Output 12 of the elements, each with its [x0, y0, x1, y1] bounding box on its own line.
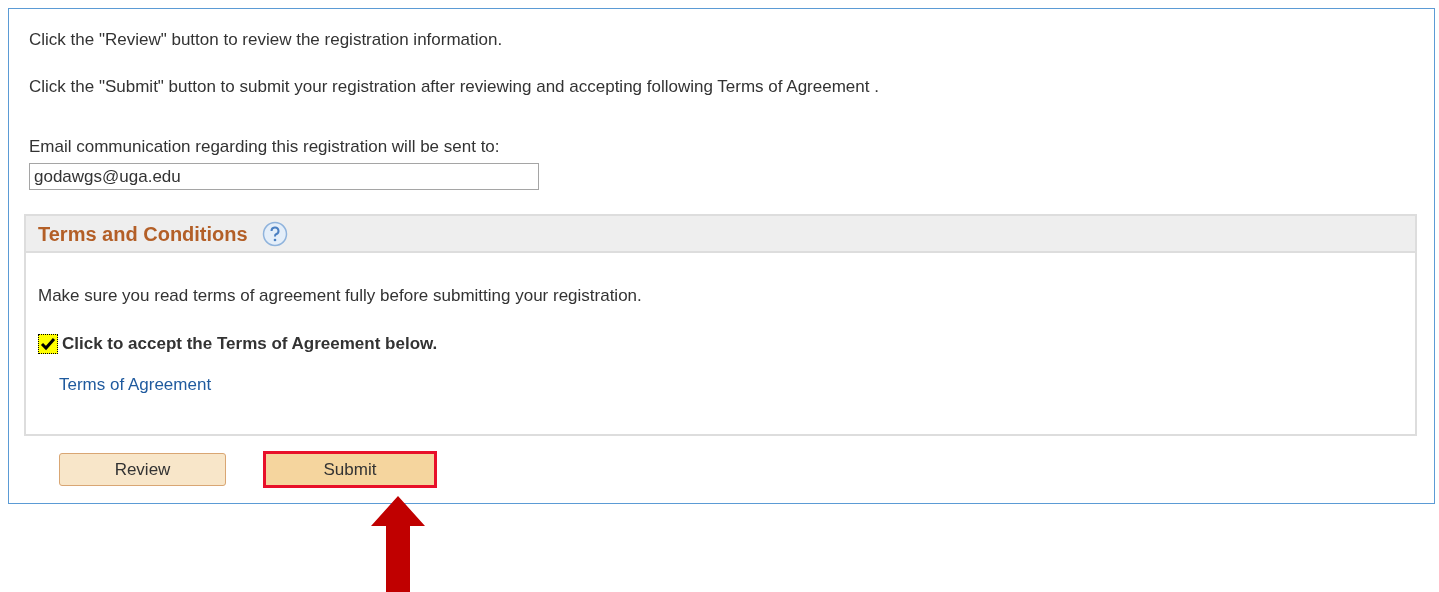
terms-link[interactable]: Terms of Agreement: [59, 371, 212, 397]
email-field[interactable]: godawgs@uga.edu: [29, 163, 539, 190]
checkbox-label: Click to accept the Terms of Agreement below.: [62, 333, 438, 355]
action-button[interactable]: Review: [59, 453, 226, 486]
help-icon[interactable]: [261, 220, 288, 247]
instruction-text: Click the "Review" button to review the registration information.: [29, 29, 504, 51]
accept-checkbox[interactable]: [38, 333, 58, 354]
instruction-text: Click the "Submit" button to submit your registration after reviewing and accepting following Terms of Agreement .: [29, 76, 880, 98]
email-label: Email communication regarding this registration will be sent to:: [29, 136, 501, 158]
action-button[interactable]: Submit: [263, 451, 437, 488]
panel-message: Make sure you read terms of agreement fully before submitting your registration.: [38, 285, 643, 307]
panel-title: Terms and Conditions: [38, 221, 248, 247]
